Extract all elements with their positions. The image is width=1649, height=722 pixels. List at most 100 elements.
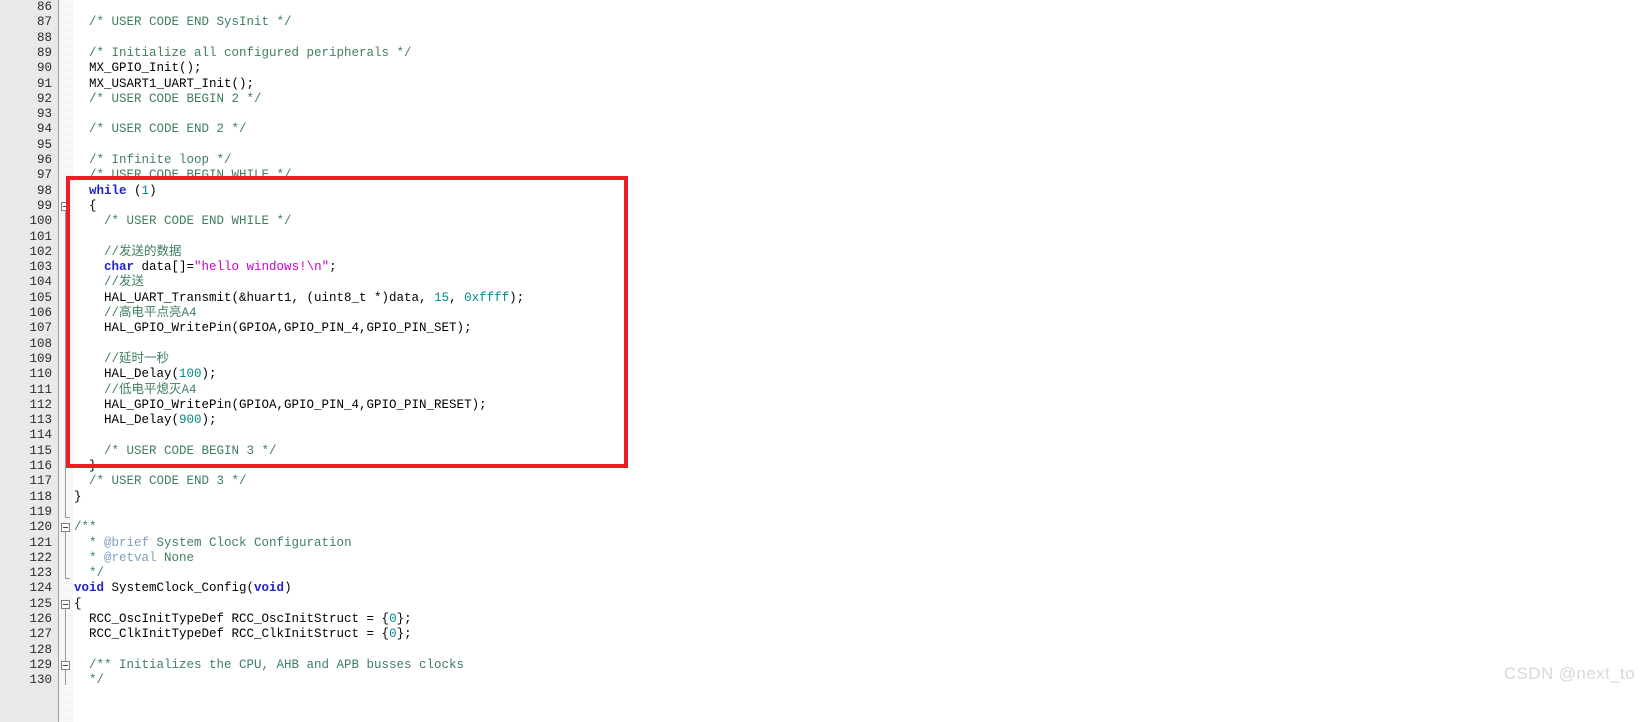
line-number: 121 xyxy=(29,535,52,550)
code-line[interactable]: 95 xyxy=(0,138,1649,153)
code-text: */ xyxy=(74,673,104,688)
code-line[interactable]: 96 /* Infinite loop */ xyxy=(0,153,1649,168)
code-line[interactable]: 101 xyxy=(0,230,1649,245)
code-token: HAL_Delay( xyxy=(74,367,180,382)
code-token: 900 xyxy=(179,413,202,428)
code-token: ); xyxy=(201,413,217,428)
line-number: 105 xyxy=(29,290,52,305)
code-line[interactable]: 102 //发送的数据 xyxy=(0,245,1649,260)
code-line[interactable]: 86 xyxy=(0,0,1649,15)
code-token: //低电平熄灭A4 xyxy=(74,382,197,397)
code-line[interactable]: 130 */ xyxy=(0,673,1649,688)
line-number: 111 xyxy=(29,382,52,397)
fold-toggle-icon[interactable] xyxy=(61,523,70,533)
code-line[interactable]: 122 * @retval None xyxy=(0,551,1649,566)
code-token: //发送的数据 xyxy=(74,244,182,259)
code-line[interactable]: 114 xyxy=(0,428,1649,443)
line-number: 104 xyxy=(29,275,52,290)
code-line[interactable]: 93 xyxy=(0,107,1649,122)
code-token: SystemClock_Config( xyxy=(104,581,255,596)
code-text: //高电平点亮A4 xyxy=(74,306,197,321)
code-token: /* USER CODE BEGIN 3 */ xyxy=(74,443,277,458)
line-number: 97 xyxy=(36,168,52,183)
code-line[interactable]: 106 //高电平点亮A4 xyxy=(0,306,1649,321)
code-line[interactable]: 112 HAL_GPIO_WritePin(GPIOA,GPIO_PIN_4,G… xyxy=(0,398,1649,413)
code-line[interactable]: 128 xyxy=(0,643,1649,658)
code-text: RCC_ClkInitTypeDef RCC_ClkInitStruct = {… xyxy=(74,627,412,642)
code-line[interactable]: 126 RCC_OscInitTypeDef RCC_OscInitStruct… xyxy=(0,612,1649,627)
line-number: 112 xyxy=(29,397,52,412)
code-text: char data[]="hello windows!\n"; xyxy=(74,260,337,275)
code-line[interactable]: 94 /* USER CODE END 2 */ xyxy=(0,122,1649,137)
code-text: HAL_Delay(900); xyxy=(74,413,217,428)
code-line[interactable]: 115 /* USER CODE BEGIN 3 */ xyxy=(0,444,1649,459)
code-line[interactable]: 108 xyxy=(0,337,1649,352)
code-token: char xyxy=(104,260,135,275)
code-text: /* Infinite loop */ xyxy=(74,153,232,168)
code-token: */ xyxy=(74,566,105,581)
fold-toggle-icon[interactable] xyxy=(61,660,70,670)
code-line[interactable]: 97 /* USER CODE BEGIN WHILE */ xyxy=(0,168,1649,183)
code-text: MX_USART1_UART_Init(); xyxy=(74,77,254,92)
line-number: 127 xyxy=(29,627,52,642)
line-number: 106 xyxy=(29,306,52,320)
code-token: ); xyxy=(201,367,217,382)
code-token: //高电平点亮A4 xyxy=(74,306,197,320)
code-text: HAL_UART_Transmit(&huart1, (uint8_t *)da… xyxy=(74,291,524,306)
code-line[interactable]: 125 { xyxy=(0,597,1649,612)
code-token: MX_USART1_UART_Init(); xyxy=(74,76,255,91)
code-line[interactable]: 117 /* USER CODE END 3 */ xyxy=(0,474,1649,489)
code-text: /** Initializes the CPU, AHB and APB bus… xyxy=(74,658,464,673)
code-line[interactable]: 100 /* USER CODE END WHILE */ xyxy=(0,214,1649,229)
code-line[interactable]: 109 //延时一秒 xyxy=(0,352,1649,367)
code-line[interactable]: 107 HAL_GPIO_WritePin(GPIOA,GPIO_PIN_4,G… xyxy=(0,321,1649,336)
code-line[interactable]: 118} xyxy=(0,490,1649,505)
code-line[interactable]: 88 xyxy=(0,31,1649,46)
code-text: /** xyxy=(74,520,97,535)
code-line[interactable]: 111 //低电平熄灭A4 xyxy=(0,383,1649,398)
line-number: 129 xyxy=(29,657,52,672)
code-token: 1 xyxy=(141,183,150,198)
code-text: /* USER CODE BEGIN 2 */ xyxy=(74,92,262,107)
fold-toggle-icon[interactable] xyxy=(61,599,70,609)
code-text: /* USER CODE END SysInit */ xyxy=(74,15,292,30)
line-number: 103 xyxy=(29,260,52,275)
code-line[interactable]: 119 xyxy=(0,505,1649,520)
code-line[interactable]: 105 HAL_UART_Transmit(&huart1, (uint8_t … xyxy=(0,291,1649,306)
code-line[interactable]: 90 MX_GPIO_Init(); xyxy=(0,61,1649,76)
code-token: /** Initializes the CPU, AHB and APB bus… xyxy=(74,657,465,672)
csdn-watermark: CSDN @next_to xyxy=(1503,664,1635,683)
code-line[interactable]: 121 * @brief System Clock Configuration xyxy=(0,536,1649,551)
code-token: /* Initialize all configured peripherals… xyxy=(74,45,412,60)
code-token: void xyxy=(254,581,285,596)
code-token: /* USER CODE BEGIN 2 */ xyxy=(74,91,262,106)
code-token: ) xyxy=(284,581,292,596)
code-token: @retval xyxy=(104,550,157,565)
code-line[interactable]: 116 } xyxy=(0,459,1649,474)
code-line[interactable]: 124 void SystemClock_Config(void) xyxy=(0,581,1649,596)
code-line[interactable]: 103 char data[]="hello windows!\n"; xyxy=(0,260,1649,275)
code-line[interactable]: 120 /** xyxy=(0,520,1649,535)
code-line[interactable]: 129 /** Initializes the CPU, AHB and APB… xyxy=(0,658,1649,673)
fold-toggle-icon[interactable] xyxy=(61,201,70,211)
code-text: HAL_GPIO_WritePin(GPIOA,GPIO_PIN_4,GPIO_… xyxy=(74,398,487,413)
line-number: 88 xyxy=(36,30,52,45)
code-line[interactable]: 87 /* USER CODE END SysInit */ xyxy=(0,15,1649,30)
code-line[interactable]: 104 //发送 xyxy=(0,275,1649,290)
code-line[interactable]: 98 while (1) xyxy=(0,184,1649,199)
code-line[interactable]: 110 HAL_Delay(100); xyxy=(0,367,1649,382)
code-token: /* USER CODE END 2 */ xyxy=(74,122,247,137)
line-number: 109 xyxy=(29,351,52,366)
line-number: 130 xyxy=(29,673,52,688)
code-token: 15 xyxy=(434,290,450,305)
line-number: 101 xyxy=(29,229,52,244)
code-line[interactable]: 91 MX_USART1_UART_Init(); xyxy=(0,77,1649,92)
code-line[interactable]: 113 HAL_Delay(900); xyxy=(0,413,1649,428)
code-line[interactable]: 92 /* USER CODE BEGIN 2 */ xyxy=(0,92,1649,107)
code-line[interactable]: 89 /* Initialize all configured peripher… xyxy=(0,46,1649,61)
code-line[interactable]: 123 */ xyxy=(0,566,1649,581)
code-line[interactable]: 127 RCC_ClkInitTypeDef RCC_ClkInitStruct… xyxy=(0,627,1649,642)
code-text: void SystemClock_Config(void) xyxy=(74,581,292,596)
code-line[interactable]: 99 { xyxy=(0,199,1649,214)
